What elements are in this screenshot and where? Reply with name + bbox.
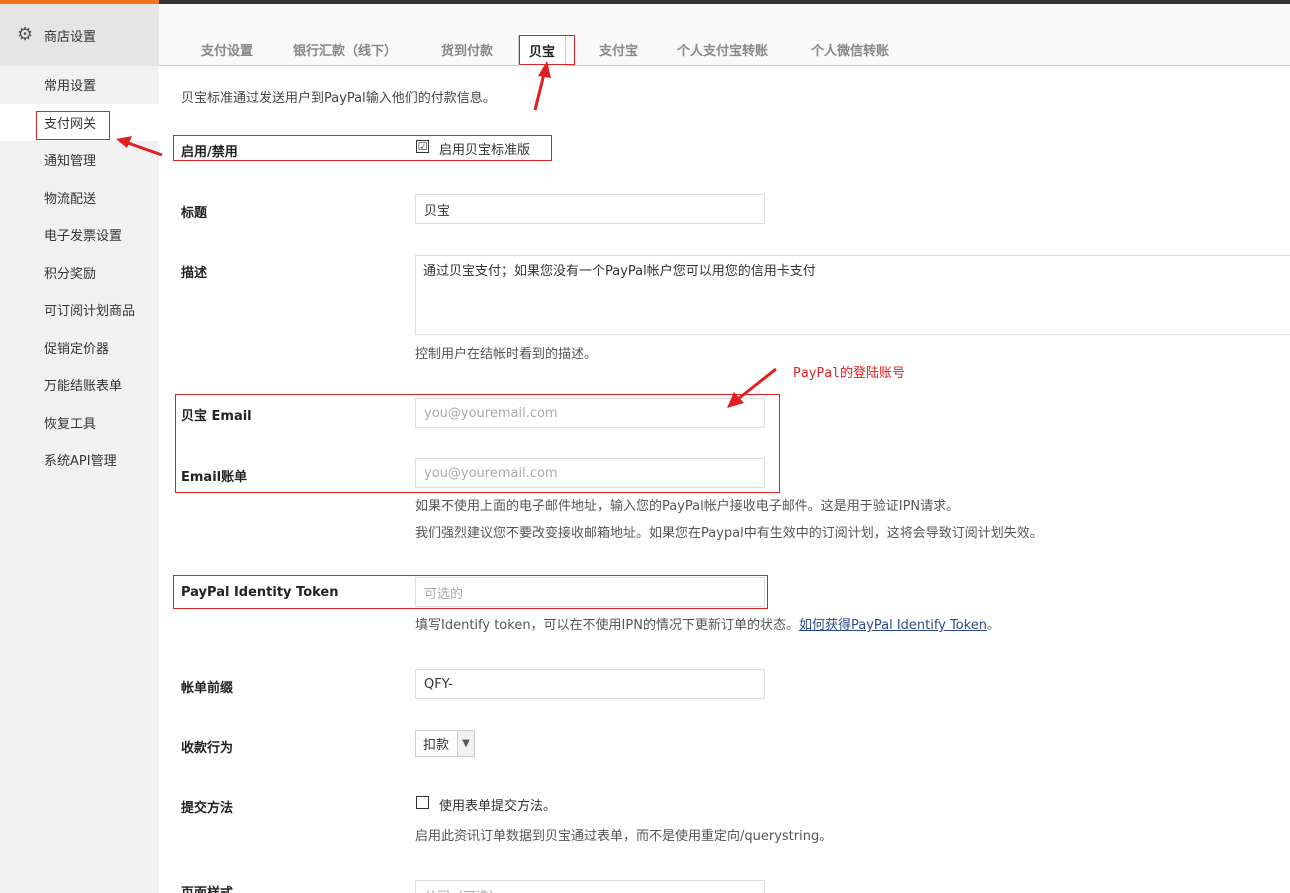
arrow-sidebar [127, 141, 163, 157]
arrow-email [737, 367, 777, 401]
arrow-tab-head [538, 61, 551, 78]
annotation-arrows [116, 61, 777, 408]
arrow-tab [533, 73, 546, 111]
